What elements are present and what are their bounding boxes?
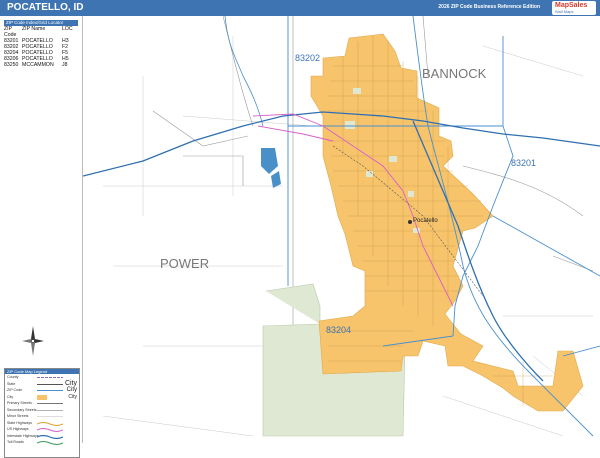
zip-label-83202: 83202 (295, 53, 321, 63)
logo-text: MapSales (555, 2, 588, 9)
map-legend: ZIP Code Map Legend County State City ZIP… (4, 368, 80, 458)
loc-cell: J8 (62, 62, 68, 68)
zip-cell: 83250 (4, 62, 19, 68)
logo-sub: Wall Maps (555, 9, 574, 14)
map-title: POCATELLO, ID (7, 2, 84, 13)
edition-label: 2026 ZIP Code Business Reference Edition (438, 4, 540, 10)
zip-index-table: ZIP Code Index/Grid Locator ZIP Code ZIP… (4, 20, 78, 68)
legend-label: County (7, 375, 19, 379)
legend-label: Secondary Streets (7, 407, 37, 412)
legend-label: State Highways (7, 420, 32, 425)
col-zip: ZIP Code (4, 26, 17, 38)
table-row: 83250 MCCAMMON J8 (4, 62, 78, 68)
city-area (310, 33, 584, 412)
sidebar: ZIP Code Index/Grid Locator ZIP Code ZIP… (0, 16, 83, 458)
col-loc: LOC (62, 26, 73, 32)
name-cell: MCCAMMON (22, 62, 54, 68)
compass-rose-icon (22, 326, 44, 361)
legend-label: Primary Streets (7, 401, 32, 405)
zip-table-header: ZIP Code ZIP Name LOC (4, 26, 78, 38)
city-label: Pocatello (413, 218, 438, 224)
legend-label: Interstate Highways (7, 433, 39, 438)
legend-row: Toll Roads (5, 439, 79, 446)
zip-label-83201: 83201 (511, 158, 537, 168)
map-canvas[interactable]: POWER BANNOCK 83202 83201 83204 Pocatell… (82, 15, 600, 443)
legend-label: Toll Roads (7, 440, 24, 444)
map-svg (82, 15, 600, 437)
county-label-bannock: BANNOCK (422, 66, 487, 81)
legend-label: City (7, 394, 14, 399)
city-marker-icon (408, 220, 412, 224)
title-bar: POCATELLO, ID 2026 ZIP Code Business Ref… (0, 0, 600, 16)
county-label-power: POWER (160, 256, 210, 271)
col-name: ZIP Name (22, 26, 46, 32)
legend-label: ZIP Code (7, 388, 23, 392)
zip-label-83204: 83204 (326, 325, 352, 335)
legend-label: US Highways (7, 427, 29, 431)
legend-label: State (7, 381, 16, 386)
publisher-logo: MapSales Wall Maps (552, 1, 596, 15)
legend-label: Minor Streets (7, 414, 29, 418)
